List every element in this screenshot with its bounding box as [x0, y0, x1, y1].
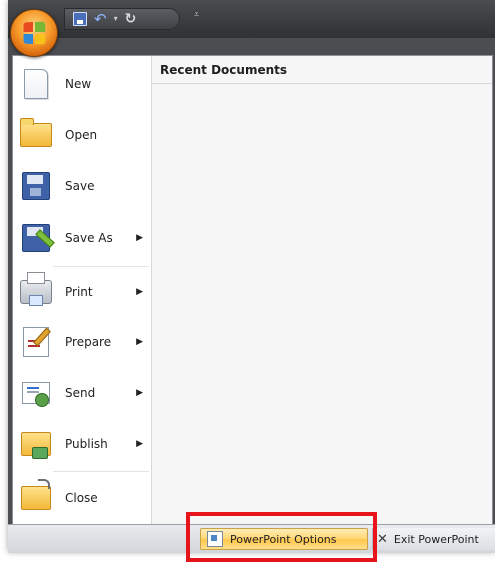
customize-toolbar-icon[interactable]: ⩡: [194, 10, 199, 20]
menu-item-label: Prepare: [65, 335, 112, 349]
prepare-document-icon: [23, 327, 49, 357]
menu-item-label: New: [65, 77, 92, 91]
title-bar: ↶ ▾ ↻ ⩡: [8, 0, 495, 38]
exit-powerpoint-button[interactable]: ✕ Exit PowerPoint: [372, 528, 495, 550]
submenu-arrow-icon: ▶: [136, 337, 143, 347]
menu-item-close[interactable]: Close: [13, 474, 151, 522]
close-folder-icon: [21, 479, 51, 510]
submenu-arrow-icon: ▶: [136, 439, 143, 449]
submenu-arrow-icon: ▶: [136, 388, 143, 398]
menu-item-prepare[interactable]: Prepare ▶: [13, 318, 151, 366]
recent-documents-title: Recent Documents: [160, 63, 288, 77]
printer-icon: [20, 272, 52, 306]
menu-item-label: Save: [65, 179, 95, 193]
save-floppy-icon: [22, 172, 50, 200]
office-button[interactable]: [10, 9, 58, 57]
highlight-annotation-box: [186, 512, 377, 562]
exit-icon: ✕: [377, 531, 388, 547]
office-logo-icon: [23, 21, 46, 45]
menu-separator: [53, 471, 149, 472]
menu-item-save-as[interactable]: Save As ▶: [13, 214, 151, 262]
application-window: ↶ ▾ ↻ ⩡ New Open Save Save As ▶ Print ▶ …: [8, 0, 495, 553]
recent-documents-header: Recent Documents: [152, 56, 492, 84]
menu-item-label: Open: [65, 128, 98, 142]
menu-item-label: Send: [65, 386, 96, 400]
redo-icon[interactable]: ↻: [125, 8, 137, 30]
send-email-icon: [22, 382, 50, 407]
menu-item-publish[interactable]: Publish ▶: [13, 420, 151, 468]
menu-item-save[interactable]: Save: [13, 162, 151, 210]
menu-commands: New Open Save Save As ▶ Print ▶ Prepare …: [13, 56, 152, 525]
menu-item-label: Print: [65, 285, 93, 299]
undo-icon[interactable]: ↶: [94, 8, 107, 30]
open-folder-icon: [20, 118, 52, 147]
office-menu: New Open Save Save As ▶ Print ▶ Prepare …: [12, 55, 493, 526]
publish-icon: [21, 432, 51, 459]
menu-item-label: Save As: [65, 231, 113, 245]
menu-item-send[interactable]: Send ▶: [13, 369, 151, 417]
save-icon[interactable]: [73, 12, 87, 26]
menu-item-new[interactable]: New: [13, 60, 151, 108]
submenu-arrow-icon: ▶: [136, 233, 143, 243]
menu-item-label: Close: [65, 491, 98, 505]
quick-access-toolbar: ↶ ▾ ↻: [64, 8, 180, 30]
exit-label: Exit PowerPoint: [393, 532, 479, 546]
undo-dropdown-icon[interactable]: ▾: [114, 8, 118, 30]
menu-item-label: Publish: [65, 437, 108, 451]
menu-separator: [53, 266, 149, 267]
save-as-icon: [22, 224, 50, 252]
menu-item-open[interactable]: Open: [13, 111, 151, 159]
new-document-icon: [24, 69, 48, 99]
submenu-arrow-icon: ▶: [136, 287, 143, 297]
menu-item-print[interactable]: Print ▶: [13, 268, 151, 316]
